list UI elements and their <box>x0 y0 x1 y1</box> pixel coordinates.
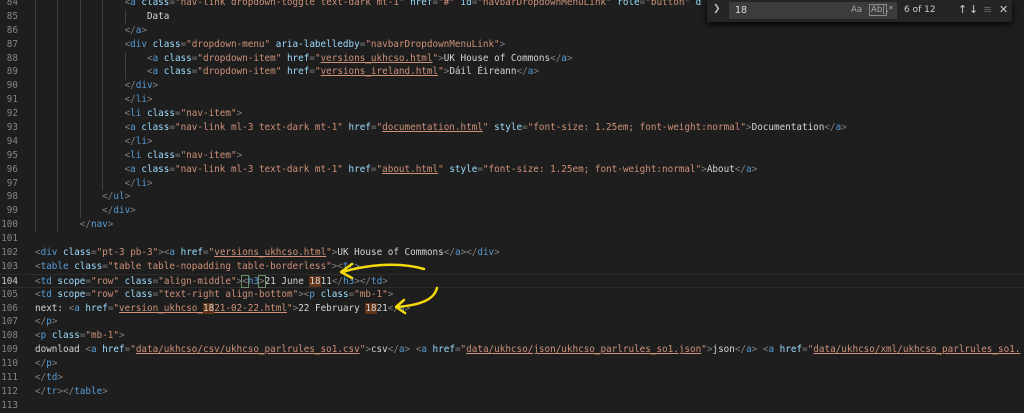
arrow-annotation-2 <box>395 286 439 309</box>
arrow-annotation-1 <box>340 263 426 274</box>
annotation-arrows <box>339 262 439 315</box>
